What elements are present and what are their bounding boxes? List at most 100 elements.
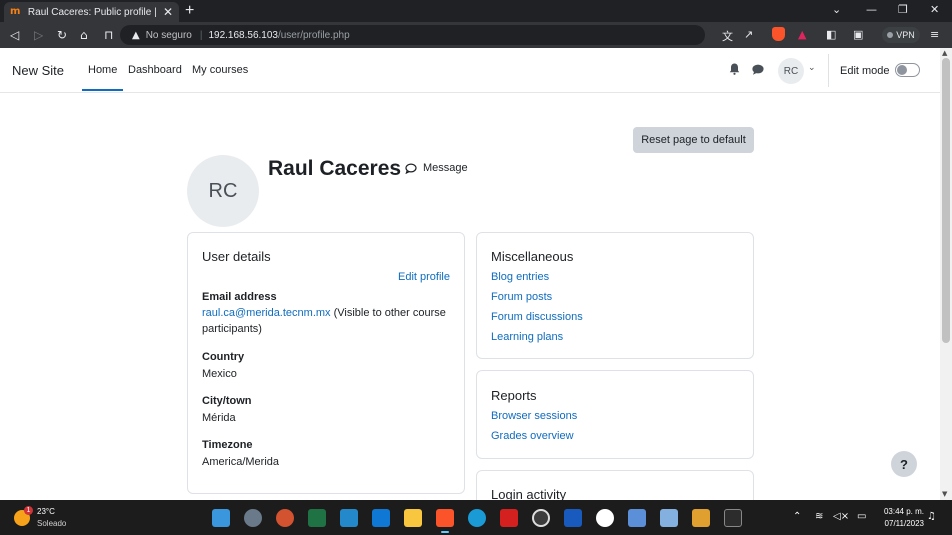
vpn-label: VPN [896,30,915,40]
notepad-icon[interactable] [628,509,646,527]
home-icon[interactable]: ⌂ [80,27,88,43]
learning-plans-link[interactable]: Learning plans [491,331,563,343]
wordpress-icon[interactable] [596,509,614,527]
bell-icon[interactable] [729,63,740,75]
reset-page-button[interactable]: Reset page to default [633,127,754,153]
url-host: 192.168.56.103 [208,29,278,41]
country-value: Mexico [202,368,237,380]
page-scrollbar[interactable]: ▲ ▼ [940,48,952,500]
clock-date[interactable]: 07/11/2023 [872,519,924,528]
blog-entries-link[interactable]: Blog entries [491,271,549,283]
winrar-icon[interactable] [692,509,710,527]
chevron-down-icon[interactable]: ⌄ [808,63,816,73]
terminal-icon[interactable] [724,509,742,527]
wifi-icon[interactable]: ≋ [815,511,823,522]
chevron-up-icon[interactable]: ⌃ [793,511,801,522]
edit-mode-label: Edit mode [840,65,890,77]
clock-time[interactable]: 03:44 p. m. [872,507,924,516]
warning-icon[interactable]: ▲ [132,30,140,41]
url-separator: | [199,29,203,41]
powerpoint-icon[interactable] [276,509,294,527]
country-label: Country [202,351,245,363]
scroll-thumb[interactable] [942,58,950,343]
edge-icon[interactable] [468,509,486,527]
vpn-status-icon [887,32,894,38]
edit-profile-link[interactable]: Edit profile [398,271,450,283]
brave-shields-icon[interactable] [772,27,785,41]
timezone-value: America/Merida [202,456,280,468]
taskbar: 1 23°C Soleado ⌃ ≋ ◁× ▭ 03:44 p. m. 07/1… [0,500,952,535]
minimize-icon[interactable]: — [866,3,877,16]
url-path: /user/profile.php [277,29,350,41]
close-tab-icon[interactable]: ✕ [163,5,173,19]
scroll-down-icon[interactable]: ▼ [942,490,947,498]
browser-sessions-link[interactable]: Browser sessions [491,410,577,422]
bookmark-icon[interactable]: ⊓ [104,27,113,43]
reports-title: Reports [491,388,537,403]
settings-icon[interactable] [244,509,262,527]
help-button[interactable]: ? [891,451,917,477]
media-player-icon[interactable] [532,509,550,527]
weather-temp[interactable]: 23°C [37,507,55,516]
acrobat-icon[interactable] [500,509,518,527]
message-label: Message [423,162,468,174]
tab-title: Raul Caceres: Public profile | New Site [27,6,159,18]
site-name[interactable]: New Site [12,63,64,78]
menu-icon[interactable]: ≡ [930,28,939,41]
new-tab-icon[interactable]: + [185,2,194,20]
email-visibility-note-2: participants) [202,323,262,335]
chat-icon[interactable] [752,64,764,75]
mail-icon[interactable] [372,509,390,527]
browser-toolbar: ◁ ▷ ↻ ⌂ ⊓ ▲ No seguro | 192.168.56.103/u… [0,22,952,48]
not-secure-label: No seguro [145,29,192,41]
scroll-up-icon[interactable]: ▲ [942,49,947,57]
volume-icon[interactable]: ◁× [833,511,849,522]
back-icon[interactable]: ◁ [10,27,19,43]
email-field: raul.ca@merida.tecnm.mx (Visible to othe… [202,305,457,337]
timezone-label: Timezone [202,439,253,451]
site-navbar: New Site Home Dashboard My courses RC ⌄ … [0,48,940,93]
chevron-down-icon[interactable]: ⌄ [832,3,841,16]
battery-icon[interactable]: ▭ [857,511,866,522]
brave-browser-icon[interactable] [436,509,454,533]
wallet-icon[interactable]: ▣ [853,28,863,41]
forum-posts-link[interactable]: Forum posts [491,291,552,303]
maximize-icon[interactable]: ❐ [898,3,908,16]
toggle-knob [897,65,907,75]
nav-dashboard[interactable]: Dashboard [128,64,182,76]
excel-icon[interactable] [308,509,326,527]
weather-desc[interactable]: Soleado [37,519,66,528]
page-title: Raul Caceres [268,157,402,180]
address-bar[interactable]: ▲ No seguro | 192.168.56.103/user/profil… [120,25,705,45]
close-window-icon[interactable]: ✕ [930,3,939,16]
sidebar-icon[interactable]: ◧ [826,28,836,41]
nav-home[interactable]: Home [82,64,124,91]
email-link[interactable]: raul.ca@merida.tecnm.mx [202,307,331,319]
reports-card: Reports Browser sessions Grades overview [476,370,754,459]
word-icon[interactable] [564,509,582,527]
email-label: Email address [202,291,277,303]
user-avatar[interactable]: RC [778,58,804,84]
grades-overview-link[interactable]: Grades overview [491,430,574,442]
forum-discussions-link[interactable]: Forum discussions [491,311,583,323]
miscellaneous-title: Miscellaneous [491,249,574,264]
message-button[interactable]: Message [405,162,468,174]
vpn-button[interactable]: VPN [882,27,920,43]
email-visibility-note: (Visible to other course [330,307,446,319]
virtualbox-icon[interactable] [660,509,678,527]
edit-mode-toggle[interactable] [895,63,920,77]
forward-icon[interactable]: ▷ [34,27,43,43]
share-icon[interactable]: ↗ [744,28,753,41]
windows-start-icon[interactable] [212,509,230,527]
nav-my-courses[interactable]: My courses [192,64,248,76]
notification-bell-icon[interactable]: ♫ [927,511,936,522]
browser-tab-strip: m Raul Caceres: Public profile | New Sit… [0,0,952,22]
reload-icon[interactable]: ↻ [57,27,67,43]
file-explorer-icon[interactable] [404,509,422,527]
translate-icon[interactable]: 文 [722,28,733,44]
browser-tab[interactable]: m Raul Caceres: Public profile | New Sit… [4,2,179,22]
vscode-icon[interactable] [340,509,358,527]
user-details-card: User details Edit profile Email address … [187,232,465,494]
miscellaneous-card: Miscellaneous Blog entries Forum posts F… [476,232,754,359]
brave-rewards-icon[interactable]: ▲ [798,28,806,41]
